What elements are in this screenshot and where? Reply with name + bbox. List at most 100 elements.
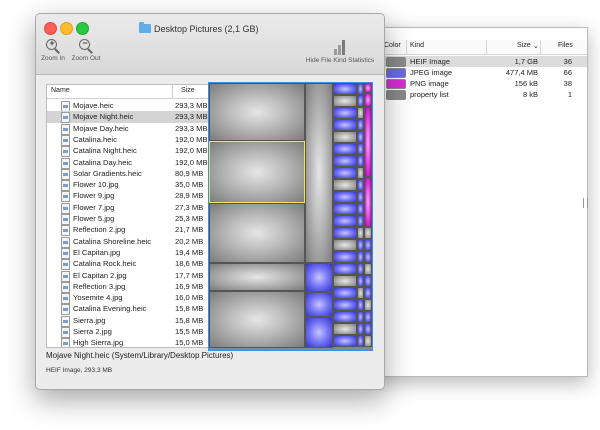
treemap-cell[interactable] bbox=[364, 93, 372, 107]
treemap-cell[interactable] bbox=[357, 227, 364, 239]
treemap-cell[interactable] bbox=[333, 299, 357, 311]
kind-row[interactable]: property list 8 kB 1 bbox=[376, 89, 587, 100]
treemap-cell[interactable] bbox=[357, 251, 364, 263]
treemap-cell[interactable] bbox=[333, 323, 357, 335]
treemap-cell[interactable] bbox=[333, 251, 357, 263]
kind-row[interactable]: JPEG image 477,4 MB 66 bbox=[376, 67, 587, 78]
treemap-cell[interactable] bbox=[364, 177, 372, 227]
treemap-cell[interactable] bbox=[364, 227, 372, 239]
name-column-header[interactable]: Name bbox=[51, 87, 70, 94]
treemap-cell[interactable] bbox=[364, 275, 372, 287]
treemap-cell[interactable] bbox=[333, 179, 357, 191]
file-row[interactable]: Mojave.heic 293,3 MB bbox=[47, 100, 210, 112]
file-row[interactable]: Flower 7.jpg 27,3 MB bbox=[47, 202, 210, 214]
treemap-cell[interactable] bbox=[364, 299, 372, 311]
treemap-cell[interactable] bbox=[364, 107, 372, 177]
minimize-button[interactable] bbox=[60, 22, 73, 35]
treemap-cell[interactable] bbox=[364, 83, 372, 93]
file-row[interactable]: High Sierra.jpg 15,0 MB bbox=[47, 337, 210, 347]
treemap-cell[interactable] bbox=[357, 299, 364, 311]
treemap-view[interactable] bbox=[208, 82, 373, 351]
treemap-cell[interactable] bbox=[333, 107, 357, 119]
treemap-cell[interactable] bbox=[209, 291, 305, 348]
file-list[interactable]: Name Size Mojave.heic 293,3 MB Mojave Nigh… bbox=[46, 84, 211, 348]
treemap-cell[interactable] bbox=[357, 203, 364, 215]
treemap-cell[interactable] bbox=[209, 83, 305, 141]
panel-resize-handle[interactable] bbox=[583, 198, 588, 208]
treemap-cell[interactable] bbox=[333, 263, 357, 275]
size-column-header[interactable]: Size bbox=[517, 42, 531, 49]
treemap-cell[interactable] bbox=[305, 292, 333, 317]
treemap-cell[interactable] bbox=[333, 287, 357, 299]
file-row[interactable]: Mojave Day.heic 293,3 MB bbox=[47, 123, 210, 135]
file-row[interactable]: Reflection 3.jpg 16,9 MB bbox=[47, 281, 210, 293]
treemap-cell[interactable] bbox=[357, 83, 364, 95]
file-row[interactable]: Mojave Night.heic 293,3 MB bbox=[47, 111, 210, 124]
treemap-cell[interactable] bbox=[357, 311, 364, 323]
treemap-cell[interactable] bbox=[333, 239, 357, 251]
file-row[interactable]: Flower 9.jpg 28,9 MB bbox=[47, 190, 210, 203]
file-row[interactable]: Catalina Evening.heic 15,8 MB bbox=[47, 303, 210, 316]
treemap-cell[interactable] bbox=[357, 131, 364, 143]
treemap-cell[interactable] bbox=[364, 263, 372, 275]
file-row[interactable]: Flower 5.jpg 25,3 MB bbox=[47, 213, 210, 225]
treemap-cell[interactable] bbox=[333, 203, 357, 215]
treemap-cell[interactable] bbox=[357, 323, 364, 335]
treemap-cell[interactable] bbox=[364, 335, 372, 347]
treemap-cell[interactable] bbox=[357, 191, 364, 203]
treemap-cell[interactable] bbox=[357, 287, 364, 299]
treemap-cell[interactable] bbox=[364, 287, 372, 299]
treemap-cell[interactable] bbox=[364, 311, 372, 323]
file-row[interactable]: Catalina Night.heic 192,0 MB bbox=[47, 145, 210, 158]
treemap-cell[interactable] bbox=[357, 107, 364, 119]
kind-column-header[interactable]: Kind bbox=[410, 42, 424, 49]
treemap-cell[interactable] bbox=[357, 215, 364, 227]
treemap-cell[interactable] bbox=[357, 179, 364, 191]
treemap-cell[interactable] bbox=[333, 191, 357, 203]
treemap-cell[interactable] bbox=[305, 317, 333, 348]
treemap-cell[interactable] bbox=[333, 215, 357, 227]
treemap-cell[interactable] bbox=[357, 335, 364, 347]
treemap-cell[interactable] bbox=[333, 335, 357, 347]
treemap-cell[interactable] bbox=[357, 155, 364, 167]
treemap-cell[interactable] bbox=[333, 227, 357, 239]
size-column-header[interactable]: Size bbox=[181, 87, 195, 94]
zoom-window-button[interactable] bbox=[76, 22, 89, 35]
treemap-cell[interactable] bbox=[357, 263, 364, 275]
treemap-cell[interactable] bbox=[333, 119, 357, 131]
files-column-header[interactable]: Files bbox=[558, 42, 573, 49]
file-row[interactable]: Sierra 2.jpg 15,5 MB bbox=[47, 326, 210, 338]
file-row[interactable]: Yosemite 4.jpg 16,0 MB bbox=[47, 292, 210, 305]
color-column-header[interactable]: Color bbox=[384, 42, 401, 49]
treemap-cell[interactable] bbox=[357, 119, 364, 131]
file-row[interactable]: Catalina Shoreline.heic 20,2 MB bbox=[47, 236, 210, 248]
treemap-cell[interactable] bbox=[333, 155, 357, 167]
treemap-cell[interactable] bbox=[357, 95, 364, 107]
treemap-cell[interactable] bbox=[333, 83, 357, 95]
treemap-cell[interactable] bbox=[357, 239, 364, 251]
treemap-cell[interactable] bbox=[357, 143, 364, 155]
hide-statistics-button[interactable]: Hide File Kind Statistics bbox=[298, 39, 382, 64]
treemap-cell[interactable] bbox=[333, 275, 357, 287]
treemap-cell[interactable] bbox=[305, 263, 333, 292]
file-row[interactable]: Sierra.jpg 15,8 MB bbox=[47, 315, 210, 327]
treemap-cell[interactable] bbox=[209, 203, 305, 263]
file-row[interactable]: Solar Gradients.heic 80,9 MB bbox=[47, 168, 210, 180]
file-row[interactable]: Catalina Day.heic 192,0 MB bbox=[47, 157, 210, 169]
zoom-out-button[interactable]: − Zoom Out bbox=[70, 38, 102, 62]
file-row[interactable]: Catalina Rock.heic 18,6 MB bbox=[47, 258, 210, 271]
treemap-cell[interactable] bbox=[333, 143, 357, 155]
treemap-cell[interactable] bbox=[364, 239, 372, 251]
treemap-cell[interactable] bbox=[357, 167, 364, 179]
file-row[interactable]: El Capitan 2.jpg 17,7 MB bbox=[47, 270, 210, 282]
treemap-cell[interactable] bbox=[333, 131, 357, 143]
zoom-in-button[interactable]: + Zoom In bbox=[39, 38, 67, 62]
treemap-cell[interactable] bbox=[209, 263, 305, 291]
kind-row[interactable]: PNG image 156 kB 38 bbox=[376, 78, 587, 89]
treemap-cell[interactable] bbox=[333, 311, 357, 323]
file-row[interactable]: El Capitan.jpg 19,4 MB bbox=[47, 247, 210, 259]
treemap-cell[interactable] bbox=[364, 323, 372, 335]
close-button[interactable] bbox=[44, 22, 57, 35]
file-row[interactable]: Catalina.heic 192,0 MB bbox=[47, 134, 210, 146]
kind-row[interactable]: HEIF Image 1,7 GB 36 bbox=[376, 56, 587, 67]
